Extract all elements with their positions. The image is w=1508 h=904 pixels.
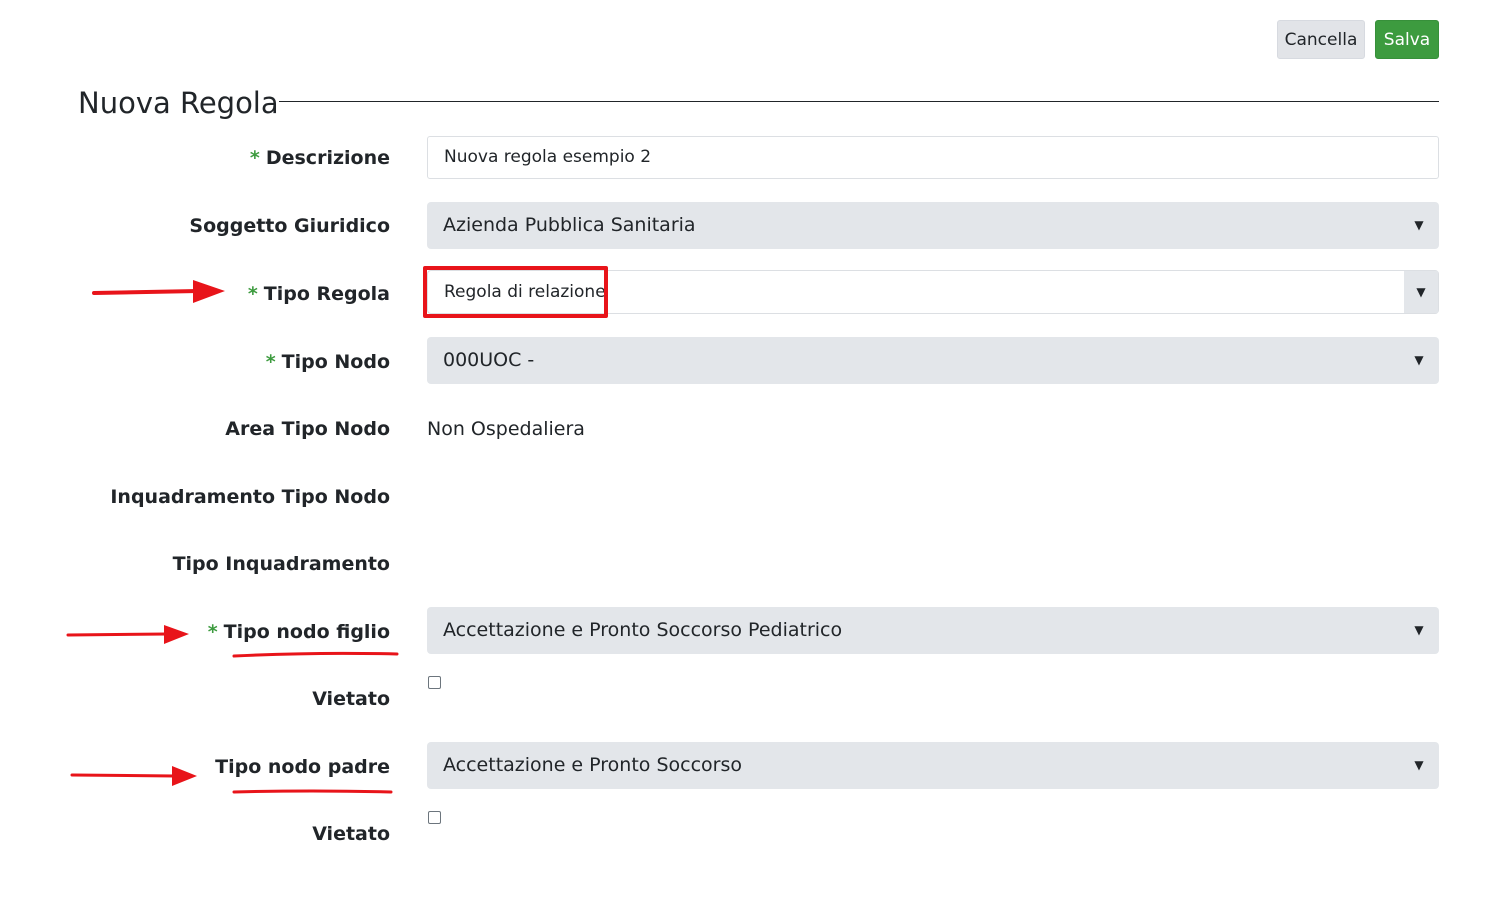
tipo-nodo-figlio-select[interactable]: Accettazione e Pronto Soccorso Pediatric… [427,607,1439,654]
tipo-regola-label: * Tipo Regola [248,282,390,306]
tipo-nodo-figlio-label-text: Tipo nodo figlio [223,621,390,643]
descrizione-label: * Descrizione [250,146,390,170]
page-title: Nuova Regola [78,86,279,120]
vietato-padre-label: Vietato [312,823,390,845]
annotation-arrow-tipo-nodo-padre [70,766,197,786]
tipo-nodo-padre-value: Accettazione e Pronto Soccorso [443,754,742,776]
vietato-padre-checkbox[interactable] [428,811,441,824]
tipo-regola-label-text: Tipo Regola [263,283,390,305]
tipo-nodo-label: * Tipo Nodo [266,350,390,374]
tipo-nodo-figlio-value: Accettazione e Pronto Soccorso Pediatric… [443,619,843,641]
caret-down-icon: ▼ [1414,218,1424,232]
annotation-underline-padre [232,789,393,794]
save-button[interactable]: Salva [1375,20,1439,59]
soggetto-giuridico-select[interactable]: Azienda Pubblica Sanitaria ▼ [427,202,1439,249]
tipo-nodo-select[interactable]: 000UOC - ▼ [427,337,1439,384]
caret-down-icon: ▼ [1414,623,1424,637]
vietato-figlio-checkbox[interactable] [428,676,441,689]
tipo-nodo-value: 000UOC - [443,349,535,371]
caret-down-icon: ▼ [1414,758,1424,772]
descrizione-label-text: Descrizione [265,147,390,169]
caret-down-icon: ▼ [1414,353,1424,367]
inquadramento-tipo-nodo-label: Inquadramento Tipo Nodo [110,486,390,508]
cancel-button[interactable]: Cancella [1277,20,1365,59]
required-marker: * [247,283,258,305]
required-marker: * [249,147,260,169]
required-marker: * [207,621,218,643]
annotation-arrow-tipo-nodo-figlio [66,625,189,644]
descrizione-input[interactable]: Nuova regola esempio 2 [427,136,1439,179]
annotation-highlight-box [423,266,608,318]
area-tipo-nodo-value: Non Ospedaliera [427,418,585,440]
title-divider [279,101,1439,102]
tipo-inquadramento-label: Tipo Inquadramento [172,553,390,575]
annotation-underline-figlio [232,651,399,658]
soggetto-giuridico-label: Soggetto Giuridico [189,215,390,237]
required-marker: * [265,351,276,373]
soggetto-giuridico-value: Azienda Pubblica Sanitaria [443,214,696,236]
annotation-arrow-tipo-regola [92,280,225,303]
area-tipo-nodo-label: Area Tipo Nodo [225,418,390,440]
tipo-nodo-label-text: Tipo Nodo [281,351,390,373]
tipo-nodo-padre-label: Tipo nodo padre [215,756,390,778]
vietato-figlio-label: Vietato [312,688,390,710]
tipo-nodo-padre-select[interactable]: Accettazione e Pronto Soccorso ▼ [427,742,1439,789]
tipo-nodo-figlio-label: * Tipo nodo figlio [208,620,390,644]
caret-down-icon: ▼ [1404,271,1438,313]
